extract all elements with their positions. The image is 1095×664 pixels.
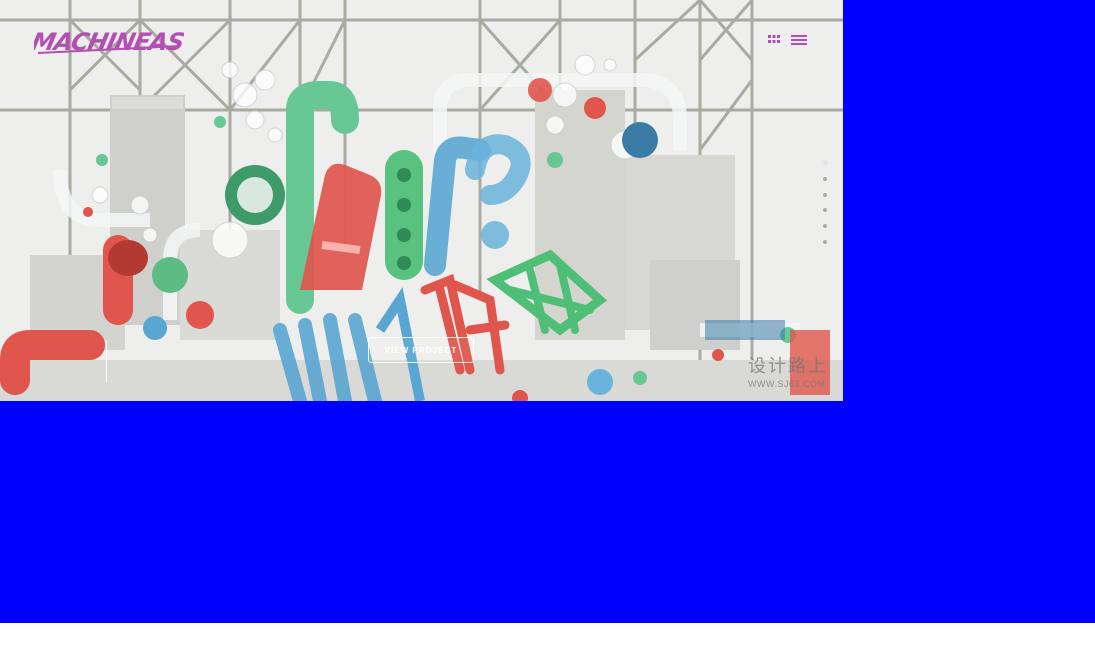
grid-icon[interactable] [767, 33, 781, 47]
hamburger-menu-icon[interactable] [790, 33, 808, 47]
slide-dot[interactable] [823, 192, 827, 197]
slide-dot[interactable] [823, 239, 827, 244]
slide-dot[interactable] [822, 160, 828, 165]
letters-air [300, 134, 531, 290]
view-project-button[interactable]: VIEW PROJECT [368, 337, 474, 363]
hero-section: MACHINEAST VIEW PROJECT 设计路上 WWW.SJ63.CO… [0, 0, 843, 401]
slide-pagination [820, 160, 830, 244]
machineast-logo[interactable]: MACHINEAST [34, 22, 184, 58]
slide-dot[interactable] [823, 224, 827, 229]
slide-dot[interactable] [823, 208, 827, 213]
watermark: 设计路上 WWW.SJ63.COM [748, 352, 838, 392]
watermark-url: WWW.SJ63.COM [748, 379, 826, 389]
scroll-indicator [106, 340, 107, 382]
slide-dot[interactable] [823, 176, 827, 181]
watermark-text: 设计路上 [748, 356, 828, 376]
